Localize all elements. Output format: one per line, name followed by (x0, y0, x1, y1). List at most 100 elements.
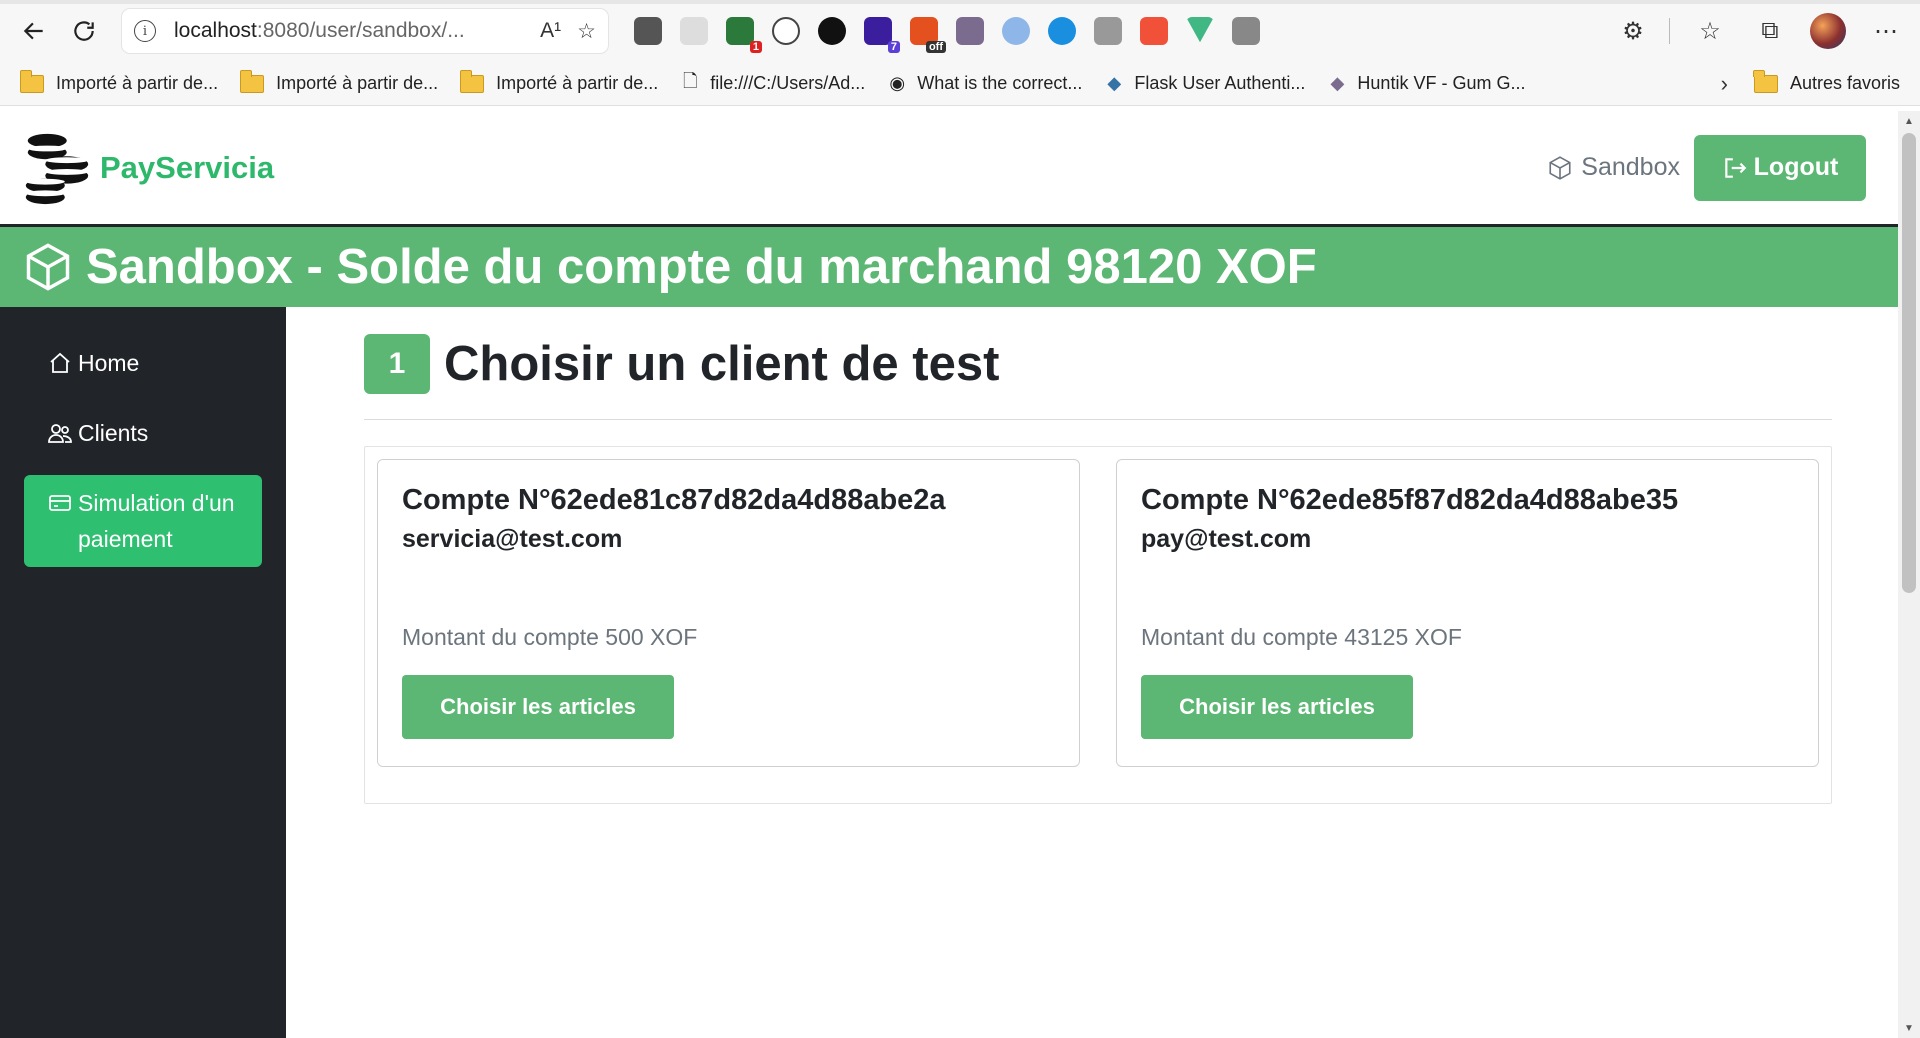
add-favorite-icon[interactable]: ☆ (577, 19, 596, 44)
file-icon: 🗋 (682, 70, 698, 91)
web-page: PayServicia Sandbox Logout Sandbox - Sol… (0, 111, 1898, 1038)
extension-icon[interactable] (680, 17, 708, 45)
refresh-button[interactable] (64, 11, 104, 51)
collections-icon[interactable]: ⧉ (1750, 11, 1790, 51)
bookmark-item[interactable]: ◉ What is the correct... (887, 73, 1082, 95)
python-icon: ◆ (1107, 73, 1122, 93)
credit-card-icon (49, 495, 71, 511)
more-menu-icon[interactable]: ⋯ (1866, 11, 1906, 51)
account-amount: Montant du compte 43125 XOF (1141, 624, 1462, 650)
coins-stack-icon (25, 133, 89, 204)
extensions-bar: 1 7 off (634, 17, 1278, 53)
box-icon (1549, 155, 1571, 180)
sidebar-item-home[interactable]: Home (24, 335, 262, 391)
banner-title: Sandbox - Solde du compte du marchand 98… (86, 240, 1317, 294)
extension-badge: 7 (887, 41, 900, 53)
extension-icon[interactable] (772, 17, 800, 45)
folder-icon (19, 69, 44, 93)
client-card: Compte N°62ede85f87d82da4d88abe35 pay@te… (1116, 459, 1819, 767)
url-text[interactable]: localhost:8080/user/sandbox/... (174, 19, 524, 43)
extension-icon[interactable] (1232, 17, 1260, 45)
bookmark-label: Importé à partir de... (56, 73, 219, 93)
bookmark-item[interactable]: Importé à partir de... (459, 69, 659, 94)
merchant-balance-banner: Sandbox - Solde du compte du marchand 98… (0, 227, 1898, 307)
extension-icon[interactable]: off (910, 17, 946, 53)
url-host: localhost (174, 19, 257, 42)
sidebar-item-payment-simulation[interactable]: Simulation d'un paiement (24, 475, 262, 567)
brand-name[interactable]: PayServicia (100, 150, 274, 186)
account-number: Compte N°62ede81c87d82da4d88abe2a (402, 484, 946, 516)
swift-extension-icon[interactable] (1140, 17, 1168, 45)
main-content: 1 Choisir un client de test Compte N°62e… (286, 307, 1898, 1038)
folder-icon (239, 69, 265, 93)
account-amount: Montant du compte 500 XOF (402, 624, 698, 650)
divider (364, 419, 1832, 420)
logout-icon (1724, 157, 1746, 178)
chevron-right-icon[interactable]: › (1721, 71, 1728, 97)
puzzle-icon[interactable]: ⚙ (1613, 11, 1653, 51)
site-icon: ◉ (889, 73, 906, 93)
sandbox-label: Sandbox (1581, 153, 1680, 181)
client-cards-container: Compte N°62ede81c87d82da4d88abe2a servic… (364, 446, 1832, 804)
vue-extension-icon[interactable] (1186, 17, 1214, 43)
extension-badge: off (925, 41, 946, 53)
site-icon: ◆ (1330, 73, 1345, 93)
account-email: pay@test.com (1141, 525, 1312, 553)
step-header: 1 Choisir un client de test (364, 333, 1832, 395)
other-favorites[interactable]: Autres favoris (1753, 69, 1900, 94)
extension-icon[interactable]: 7 (864, 17, 900, 53)
extension-icon[interactable] (956, 17, 984, 45)
sidebar-item-label: Home (78, 350, 140, 376)
sidebar-item-label: Clients (78, 420, 149, 446)
bookmark-label: file:///C:/Users/Ad... (710, 73, 866, 93)
bookmark-label: Huntik VF - Gum G... (1357, 73, 1526, 93)
extension-icon[interactable] (1094, 17, 1122, 45)
extension-icon[interactable] (1002, 17, 1030, 45)
folder-icon (459, 69, 485, 93)
bookmark-label: Importé à partir de... (276, 73, 439, 93)
bookmark-label: Autres favoris (1789, 73, 1900, 93)
choose-articles-button[interactable]: Choisir les articles (1141, 675, 1413, 739)
step-number-badge: 1 (364, 334, 430, 394)
profile-avatar[interactable] (1810, 13, 1846, 49)
logo[interactable]: PayServicia (18, 129, 274, 207)
arrow-left-icon (23, 22, 43, 40)
bookmark-item[interactable]: ◆ Huntik VF - Gum G... (1327, 73, 1526, 95)
page-scrollbar[interactable]: ▲ ▼ (1898, 111, 1920, 1038)
choose-articles-button[interactable]: Choisir les articles (402, 675, 674, 739)
account-email: servicia@test.com (402, 525, 623, 553)
address-bar[interactable]: i localhost:8080/user/sandbox/... A¹ ☆ (122, 9, 608, 53)
bookmark-item[interactable]: ◆ Flask User Authenti... (1104, 73, 1305, 95)
people-icon (48, 424, 72, 443)
bookmark-label: What is the correct... (917, 73, 1083, 93)
read-aloud-icon[interactable]: A¹ (540, 19, 561, 43)
refresh-icon (74, 21, 94, 41)
shazam-extension-icon[interactable] (1048, 17, 1076, 45)
logout-button[interactable]: Logout (1694, 134, 1866, 201)
box-icon (26, 243, 70, 291)
scrollbar-thumb[interactable] (1902, 133, 1916, 593)
account-number: Compte N°62ede85f87d82da4d88abe35 (1141, 484, 1679, 516)
back-button[interactable] (14, 11, 54, 51)
client-card: Compte N°62ede81c87d82da4d88abe2a servic… (377, 459, 1080, 767)
scroll-up-arrow-icon[interactable]: ▲ (1898, 111, 1920, 131)
extension-icon[interactable] (818, 17, 846, 45)
tabs-extension-icon[interactable]: 1 (726, 17, 762, 53)
page-title: Choisir un client de test (444, 337, 1000, 391)
extension-icon[interactable] (634, 17, 662, 45)
browser-toolbar: i localhost:8080/user/sandbox/... A¹ ☆ 1… (0, 0, 1920, 62)
bookmark-label: Importé à partir de... (496, 73, 659, 93)
logout-label: Logout (1753, 153, 1839, 181)
sidebar: Home Clients Simulation d'un paiement (0, 307, 286, 1038)
bookmark-item[interactable]: Importé à partir de... (239, 69, 439, 94)
site-info-icon[interactable]: i (134, 20, 156, 42)
favorites-icon[interactable]: ☆ (1690, 11, 1730, 51)
sidebar-item-label: Simulation d'un paiement (78, 490, 235, 552)
bookmark-item[interactable]: 🗋 file:///C:/Users/Ad... (680, 70, 866, 95)
bookmark-label: Flask User Authenti... (1134, 73, 1306, 93)
sidebar-item-clients[interactable]: Clients (24, 405, 262, 461)
bookmark-item[interactable]: Importé à partir de... (19, 69, 219, 94)
sandbox-link[interactable]: Sandbox (1547, 153, 1680, 182)
bookmarks-bar: Importé à partir de... Importé à partir … (0, 62, 1920, 106)
scroll-down-arrow-icon[interactable]: ▼ (1898, 1018, 1920, 1038)
